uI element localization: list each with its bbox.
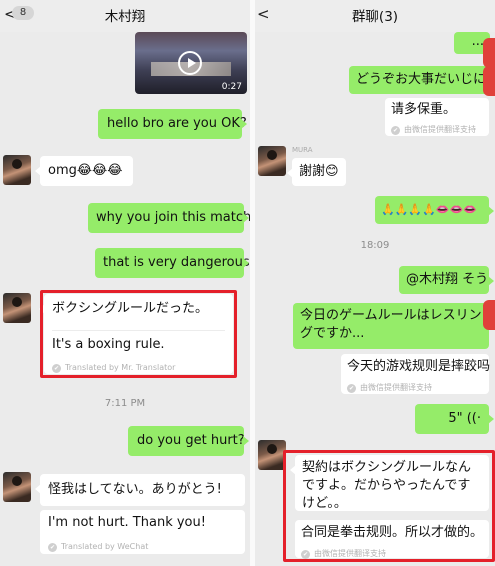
sent-message[interactable]: 今日のゲームルールはレスリングですか... <box>293 303 494 349</box>
sender-name: MURA <box>292 146 313 154</box>
right-chat-screen: < 群聊(3) ... どうぞお大事だいじに 请多保重。 由微信提供翻译支持 M… <box>255 0 495 566</box>
message-text: 謝謝😊 <box>299 164 339 179</box>
translation-text: 今天的游戏规则是摔跤吗 <box>347 359 491 374</box>
received-message[interactable]: 謝謝😊 <box>287 158 346 186</box>
sent-message[interactable]: do you get hurt? <box>128 426 249 456</box>
voice-duration: 5" ((· <box>448 411 481 426</box>
avatar[interactable] <box>258 146 286 176</box>
avatar[interactable] <box>483 38 495 68</box>
avatar[interactable] <box>3 472 31 502</box>
translation-attribution: Translated by WeChat <box>48 538 148 556</box>
chat-header: < 8 木村翔 <box>0 0 250 32</box>
voice-message[interactable]: 5" ((· <box>415 404 494 434</box>
translation-text: 请多保重。 <box>391 102 457 117</box>
play-icon[interactable] <box>178 51 202 75</box>
sent-message[interactable]: どうぞお大事だいじに <box>349 66 494 94</box>
avatar[interactable] <box>258 440 286 470</box>
avatar[interactable] <box>483 300 495 330</box>
chat-title: 木村翔 <box>104 9 146 25</box>
avatar[interactable] <box>3 155 31 185</box>
video-message[interactable]: 0:27 <box>135 32 247 94</box>
sent-message[interactable]: @木村翔 そう <box>399 266 494 294</box>
sent-message[interactable]: that is very dangerous <box>95 248 250 278</box>
message-text: 今日のゲームルールはレスリングですか... <box>300 308 482 341</box>
message-text: that is very dangerous <box>103 255 250 270</box>
timestamp: 7:11 PM <box>104 398 146 409</box>
message-text: どうぞお大事だいじに <box>356 72 487 87</box>
translation-text: I'm not hurt. Thank you! <box>48 515 206 530</box>
translation-bubble[interactable]: 今天的游戏规则是摔跤吗 由微信提供翻译支持 <box>341 354 491 397</box>
message-text: 🙏🙏🙏🙏👄👄👄 <box>381 203 477 216</box>
translation-attribution: 由微信提供翻译支持 <box>347 379 432 397</box>
chat-title: 群聊(3) <box>351 9 399 25</box>
timestamp: 18:09 <box>360 240 390 251</box>
received-message[interactable]: 怪我はしてない。ありがとう! <box>35 474 245 506</box>
message-text: do you get hurt? <box>137 433 245 448</box>
chat-header: < 群聊(3) <box>255 0 495 32</box>
sent-message[interactable]: why you join this match <box>88 203 250 233</box>
sent-message[interactable]: hello bro are you OK? <box>98 109 247 139</box>
message-text: hello bro are you OK? <box>107 116 247 131</box>
left-chat-screen: < 8 木村翔 0:27 hello bro are you OK? omg😂😂… <box>0 0 250 566</box>
message-text: omg😂😂😂 <box>48 163 123 178</box>
highlight-box <box>40 290 237 378</box>
video-duration: 0:27 <box>221 82 242 92</box>
translation-attribution: 由微信提供翻译支持 <box>391 121 476 139</box>
message-text: why you join this match <box>96 210 250 225</box>
message-text: 怪我はしてない。ありがとう! <box>48 482 222 497</box>
avatar[interactable] <box>483 66 495 96</box>
avatar[interactable] <box>3 293 31 323</box>
translation-bubble[interactable]: I'm not hurt. Thank you! Translated by W… <box>40 510 245 554</box>
received-message[interactable]: omg😂😂😂 <box>35 156 133 186</box>
message-text: @木村翔 そう <box>406 272 489 287</box>
translation-bubble[interactable]: 请多保重。 由微信提供翻译支持 <box>385 98 489 136</box>
highlight-box <box>283 450 495 562</box>
sent-message[interactable]: 🙏🙏🙏🙏👄👄👄 <box>375 196 494 224</box>
